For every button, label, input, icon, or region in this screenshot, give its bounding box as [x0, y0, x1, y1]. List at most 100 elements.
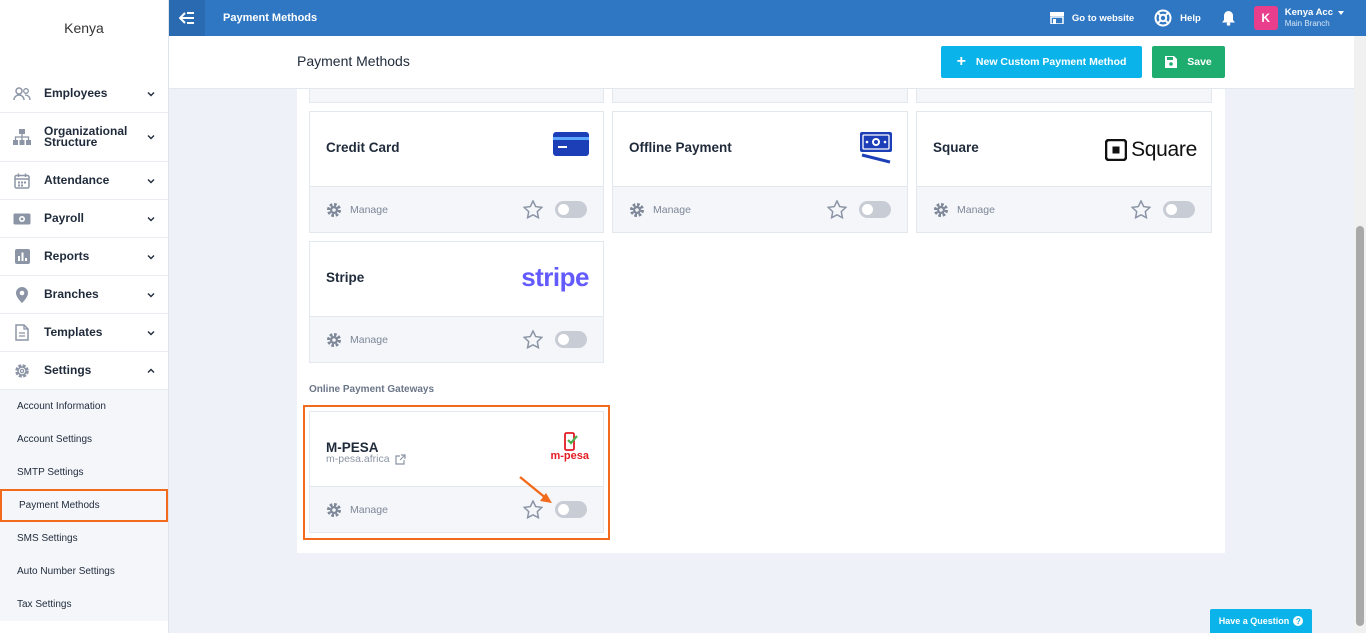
- submenu-sms-settings[interactable]: SMS Settings: [0, 522, 168, 555]
- user-menu[interactable]: K Kenya Acc Main Branch: [1253, 6, 1344, 30]
- submenu-tax-settings[interactable]: Tax Settings: [0, 588, 168, 621]
- star-icon[interactable]: [523, 200, 543, 219]
- square-logo-text: Square: [1131, 138, 1197, 161]
- sidebar-item-label: Settings: [44, 363, 92, 377]
- submenu-auto-number-settings[interactable]: Auto Number Settings: [0, 555, 168, 588]
- calendar-icon: [12, 172, 32, 190]
- gear-icon: [327, 332, 341, 347]
- page-title: Payment Methods: [297, 53, 410, 69]
- enable-toggle[interactable]: [859, 201, 891, 218]
- go-to-website-link[interactable]: Go to website: [1049, 12, 1135, 24]
- sidebar-item-label: Organizational Structure: [44, 124, 128, 149]
- payment-card-square: Square Square Manage: [916, 111, 1212, 233]
- help-label: Help: [1180, 12, 1201, 24]
- page-header: Payment Methods + New Custom Payment Met…: [169, 36, 1354, 89]
- manage-button[interactable]: Manage: [326, 332, 388, 348]
- settings-submenu: Account Information Account Settings SMT…: [0, 390, 168, 621]
- sidebar-item-templates[interactable]: Templates: [0, 314, 168, 352]
- scrollbar-thumb[interactable]: [1356, 226, 1364, 626]
- star-icon[interactable]: [827, 200, 847, 219]
- save-button[interactable]: Save: [1152, 46, 1225, 78]
- card-name: Square: [933, 140, 979, 155]
- sidebar-item-label: Employees: [44, 86, 108, 100]
- sidebar-item-settings[interactable]: Settings: [0, 352, 168, 390]
- manage-button[interactable]: Manage: [326, 202, 388, 218]
- users-icon: [12, 85, 32, 103]
- enable-toggle[interactable]: [1163, 201, 1195, 218]
- menu-toggle-button[interactable]: [169, 0, 205, 36]
- sidebar-item-label: Payroll: [44, 211, 85, 225]
- enable-toggle[interactable]: [555, 201, 587, 218]
- star-icon[interactable]: [1131, 200, 1151, 219]
- section-label-online-gateways: Online Payment Gateways: [309, 384, 435, 395]
- gear-icon: [327, 202, 341, 217]
- chart-icon: [12, 248, 32, 266]
- submenu-account-settings[interactable]: Account Settings: [0, 423, 168, 456]
- user-info: Kenya Acc Main Branch: [1285, 7, 1333, 29]
- sidebar-item-attendance[interactable]: Attendance: [0, 162, 168, 200]
- bell-icon: [1221, 11, 1235, 26]
- square-logo: Square: [1105, 138, 1197, 162]
- stripe-logo-text: stripe: [521, 262, 589, 292]
- submenu-account-information[interactable]: Account Information: [0, 390, 168, 423]
- enable-toggle[interactable]: [555, 331, 587, 348]
- card-name: Offline Payment: [629, 140, 732, 155]
- sidebar-item-payroll[interactable]: Payroll: [0, 200, 168, 238]
- arrow-annotation-icon: [519, 476, 552, 503]
- location-pin-icon: [12, 286, 32, 304]
- chevron-up-icon: [147, 368, 155, 373]
- lifebuoy-icon: [1154, 9, 1172, 27]
- card-footer: Manage: [917, 186, 1211, 232]
- new-custom-payment-method-button[interactable]: + New Custom Payment Method: [941, 46, 1142, 78]
- stripe-logo: stripe: [521, 262, 589, 293]
- notifications-button[interactable]: [1221, 10, 1236, 26]
- manage-label: Manage: [957, 203, 995, 216]
- topbar-title: Payment Methods: [223, 12, 318, 24]
- question-icon: ?: [1293, 616, 1304, 626]
- gear-icon: [12, 362, 32, 380]
- cash-icon: [859, 130, 893, 164]
- money-icon: [12, 210, 32, 228]
- brand-name: Kenya: [64, 19, 104, 36]
- card-footer: Manage: [310, 316, 603, 362]
- manage-label: Manage: [653, 203, 691, 216]
- topbar: Payment Methods Go to website Help K Ken…: [169, 0, 1366, 36]
- manage-button[interactable]: Manage: [629, 202, 691, 218]
- card-name: Stripe: [326, 270, 365, 285]
- org-structure-icon: [12, 128, 32, 146]
- save-icon: [1165, 56, 1178, 68]
- submenu-payment-methods[interactable]: Payment Methods: [0, 489, 168, 522]
- save-button-label: Save: [1187, 56, 1212, 68]
- arrow-left-menu-icon: [179, 12, 194, 24]
- payment-card-credit-card: Credit Card Manage: [309, 111, 604, 233]
- help-link[interactable]: Help: [1154, 9, 1201, 27]
- sidebar-item-label: Attendance: [44, 173, 110, 187]
- avatar: K: [1253, 6, 1278, 30]
- chevron-down-icon: [147, 91, 155, 96]
- chevron-down-icon: [147, 135, 155, 140]
- sidebar-item-branches[interactable]: Branches: [0, 276, 168, 314]
- sidebar-menu: Employees Organizational Structure Atten…: [0, 75, 168, 621]
- chevron-down-icon: [147, 254, 155, 259]
- sidebar-item-employees[interactable]: Employees: [0, 75, 168, 113]
- caret-down-icon: [1338, 11, 1344, 15]
- chevron-down-icon: [147, 216, 155, 221]
- star-icon[interactable]: [523, 330, 543, 349]
- manage-label: Manage: [350, 333, 388, 346]
- scrollbar[interactable]: [1354, 36, 1366, 633]
- card-stub: [916, 89, 1212, 103]
- submenu-smtp-settings[interactable]: SMTP Settings: [0, 456, 168, 489]
- go-to-website-label: Go to website: [1071, 12, 1135, 24]
- payment-card-offline-payment: Offline Payment Manage: [612, 111, 908, 233]
- square-logo-icon: [1105, 139, 1128, 161]
- sidebar-item-reports[interactable]: Reports: [0, 238, 168, 276]
- sidebar: Kenya Employees Organizational Structure…: [0, 0, 169, 633]
- chevron-down-icon: [147, 292, 155, 297]
- card-stub: [309, 89, 604, 103]
- manage-button[interactable]: Manage: [933, 202, 995, 218]
- have-a-question-button[interactable]: Have a Question ?: [1210, 609, 1312, 633]
- credit-card-icon: [553, 130, 589, 158]
- payment-card-stripe: Stripe stripe Manage: [309, 241, 604, 363]
- sidebar-item-organizational-structure[interactable]: Organizational Structure: [0, 113, 168, 162]
- gear-icon: [934, 202, 948, 217]
